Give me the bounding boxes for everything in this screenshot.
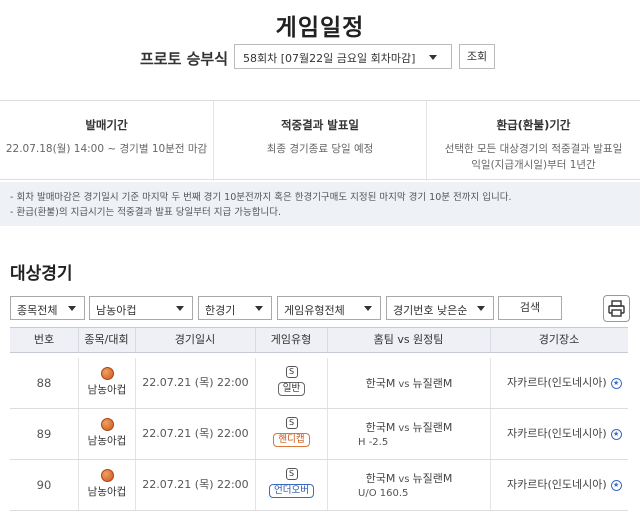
chevron-down-icon <box>255 306 263 311</box>
info-body-line: 익일(지급개시일)부터 1년간 <box>471 159 596 171</box>
venue-cell: 자카르타(인도네시아) ★ <box>490 358 628 408</box>
venue-cell: 자카르타(인도네시아) ★ <box>490 460 628 510</box>
round-select-value: 58회차 [07월22일 금요일 회차마감] <box>243 52 416 65</box>
printer-icon <box>608 300 625 317</box>
chevron-down-icon <box>68 306 76 311</box>
gametype-tag: 핸디캡 <box>273 433 310 447</box>
s-badge-icon: S <box>285 366 298 378</box>
gametype-tag: 언더오버 <box>269 484 314 498</box>
game-number: 89 <box>36 427 52 441</box>
game-type-filter-value: 게임유형전체 <box>284 304 345 317</box>
gametype-cell: S 언더오버 <box>255 460 327 510</box>
underover-value: U/O 160.5 <box>358 488 409 499</box>
col-header-sport: 종목/대회 <box>84 333 129 346</box>
info-head: 적중결과 발표일 <box>280 118 360 132</box>
info-body: 22.07.18(월) 14:00 ~ 경기별 10분전 마감 <box>5 143 208 155</box>
notice-line: - 환급(환불)의 지급시기는 적중결과 발표 당일부터 지급 가능합니다. <box>10 207 281 218</box>
section-title: 대상경기 <box>10 264 73 284</box>
col-header-number: 번호 <box>33 333 55 346</box>
gametype-cell: S 핸디캡 <box>255 409 327 459</box>
sale-info-box: 발매기간 22.07.18(월) 14:00 ~ 경기별 10분전 마감 적중결… <box>0 100 640 181</box>
home-team: 한국M <box>365 421 396 434</box>
info-result-date: 적중결과 발표일 최종 경기종료 당일 예정 <box>213 101 426 181</box>
table-row[interactable]: 90 남농아컵 22.07.21 (목) 22:00 S 언더오버 한국M vs 뉴… <box>10 460 628 511</box>
game-number: 88 <box>36 376 52 390</box>
type-filter-select[interactable]: 한경기 <box>198 296 272 320</box>
favorite-star-icon[interactable]: ★ <box>610 428 622 440</box>
teams-cell: 한국M vs 뉴질랜M H -2.5 <box>327 409 490 459</box>
vs-label: vs <box>398 379 410 390</box>
info-body: 선택한 모든 대상경기의 적중결과 발표일 익일(지급개시일)부터 1년간 <box>427 141 640 173</box>
sport-filter-value: 종목전체 <box>17 304 58 317</box>
info-body-line: 선택한 모든 대상경기의 적중결과 발표일 <box>444 143 623 155</box>
league-name: 남농아컵 <box>87 486 127 498</box>
col-header-gametype: 게임유형 <box>270 333 312 346</box>
info-refund-period: 환급(환불)기간 선택한 모든 대상경기의 적중결과 발표일 익일(지급개시일)… <box>426 101 640 181</box>
info-body: 최종 경기종료 당일 예정 <box>266 143 374 155</box>
chevron-down-icon <box>429 55 437 60</box>
query-button[interactable]: 조회 <box>459 44 495 69</box>
away-team: 뉴질랜M <box>412 377 453 390</box>
print-button[interactable] <box>603 295 630 322</box>
round-label: 프로토 승부식 <box>140 50 229 68</box>
teams-cell: 한국M vs 뉴질랜M U/O 160.5 <box>327 460 490 510</box>
page-title: 게임일정 <box>275 15 365 41</box>
away-team: 뉴질랜M <box>412 472 453 485</box>
vs-label: vs <box>398 423 410 434</box>
game-number: 90 <box>36 478 52 492</box>
col-header-teams: 홈팀 vs 원정팀 <box>373 333 444 346</box>
game-datetime: 22.07.21 (목) 22:00 <box>135 358 255 408</box>
s-badge-icon: S <box>285 468 298 480</box>
league-filter-value: 남농아컵 <box>96 304 137 317</box>
info-sale-period: 발매기간 22.07.18(월) 14:00 ~ 경기별 10분전 마감 <box>0 101 213 181</box>
favorite-star-icon[interactable]: ★ <box>610 479 622 491</box>
sort-select[interactable]: 경기번호 낮은순 <box>386 296 494 320</box>
sport-filter-select[interactable]: 종목전체 <box>10 296 85 320</box>
chevron-down-icon <box>364 306 372 311</box>
chevron-down-icon <box>477 306 485 311</box>
basketball-icon <box>100 469 114 482</box>
notice-line: - 회차 발매마감은 경기일시 기준 마지막 두 번째 경기 10분전까지 혹은… <box>10 192 512 203</box>
venue-cell: 자카르타(인도네시아) ★ <box>490 409 628 459</box>
sport-cell: 남농아컵 <box>78 358 135 408</box>
handicap-value: H -2.5 <box>358 437 389 448</box>
favorite-star-icon[interactable]: ★ <box>610 377 622 389</box>
table-row[interactable]: 88 남농아컵 22.07.21 (목) 22:00 S 일반 한국M vs 뉴질랜… <box>10 358 628 409</box>
vs-label: vs <box>398 474 410 485</box>
table-header: 번호 종목/대회 경기일시 게임유형 홈팀 vs 원정팀 경기장소 <box>10 327 628 353</box>
league-name: 남농아컵 <box>87 435 127 447</box>
home-team: 한국M <box>365 472 396 485</box>
round-selector-row: 프로토 승부식 58회차 [07월22일 금요일 회차마감] 조회 <box>0 44 640 70</box>
gametype-tag: 일반 <box>277 382 306 396</box>
venue-name: 자카르타(인도네시아) <box>507 478 607 491</box>
s-badge-icon: S <box>285 417 298 429</box>
sport-cell: 남농아컵 <box>78 409 135 459</box>
away-team: 뉴질랜M <box>412 421 453 434</box>
basketball-icon <box>100 367 114 380</box>
info-head: 환급(환불)기간 <box>496 118 571 132</box>
col-header-venue: 경기장소 <box>538 333 580 346</box>
round-select[interactable]: 58회차 [07월22일 금요일 회차마감] <box>234 44 452 69</box>
game-type-filter-select[interactable]: 게임유형전체 <box>277 296 381 320</box>
game-datetime: 22.07.21 (목) 22:00 <box>135 409 255 459</box>
venue-name: 자카르타(인도네시아) <box>507 427 607 440</box>
league-name: 남농아컵 <box>87 384 127 396</box>
game-datetime: 22.07.21 (목) 22:00 <box>135 460 255 510</box>
notice-box: - 회차 발매마감은 경기일시 기준 마지막 두 번째 경기 10분전까지 혹은… <box>0 182 640 226</box>
info-head: 발매기간 <box>85 118 128 132</box>
search-button[interactable]: 검색 <box>498 296 562 320</box>
sport-cell: 남농아컵 <box>78 460 135 510</box>
teams-cell: 한국M vs 뉴질랜M <box>327 358 490 408</box>
table-row[interactable]: 89 남농아컵 22.07.21 (목) 22:00 S 핸디캡 한국M vs 뉴질… <box>10 409 628 460</box>
col-header-datetime: 경기일시 <box>174 333 216 346</box>
gametype-cell: S 일반 <box>255 358 327 408</box>
sort-value: 경기번호 낮은순 <box>393 304 468 317</box>
type-filter-value: 한경기 <box>205 304 236 317</box>
venue-name: 자카르타(인도네시아) <box>507 376 607 389</box>
home-team: 한국M <box>365 377 396 390</box>
basketball-icon <box>100 418 114 431</box>
league-filter-select[interactable]: 남농아컵 <box>89 296 193 320</box>
chevron-down-icon <box>176 306 184 311</box>
